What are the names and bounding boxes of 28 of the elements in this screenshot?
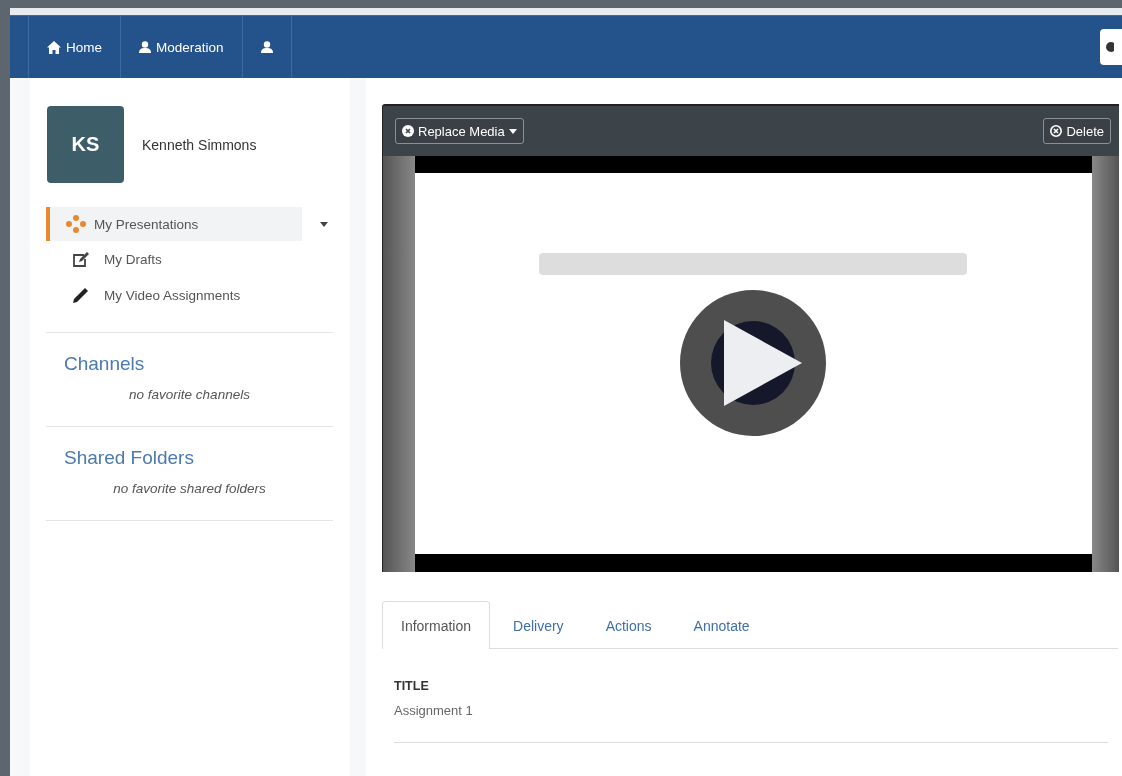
sidebar-item[interactable]: My Drafts [46, 241, 333, 277]
delete-button[interactable]: Delete [1043, 118, 1111, 144]
close-icon [402, 125, 414, 137]
tab[interactable]: Annotate [674, 601, 769, 649]
play-icon[interactable] [680, 290, 826, 436]
user-icon [260, 41, 273, 53]
user-name: Kenneth Simmons [142, 136, 257, 153]
section-heading[interactable]: Channels [64, 353, 333, 375]
field-value: Assignment 1 [394, 703, 474, 718]
caret-icon [508, 128, 517, 134]
tab[interactable]: Information [382, 601, 491, 649]
empty-message: no favorite channels [128, 387, 251, 402]
tab[interactable]: Delivery [494, 601, 583, 649]
sidebar-item[interactable]: My Video Assignments [46, 277, 333, 313]
edit-icon [72, 250, 90, 268]
user-icon [139, 41, 151, 53]
dots-icon [66, 215, 86, 233]
home-icon [47, 40, 61, 54]
pencil-icon [72, 286, 90, 304]
empty-message: no favorite shared folders [112, 481, 267, 496]
header-button[interactable] [1100, 29, 1122, 65]
avatar: KS [47, 106, 124, 183]
section-heading[interactable]: Shared Folders [64, 447, 333, 469]
replace-media-button[interactable]: Replace Media [395, 118, 524, 144]
caret-icon [320, 222, 328, 227]
field-label: TITLE [394, 679, 430, 693]
close-icon [1050, 125, 1063, 137]
tab[interactable]: Actions [586, 601, 671, 649]
